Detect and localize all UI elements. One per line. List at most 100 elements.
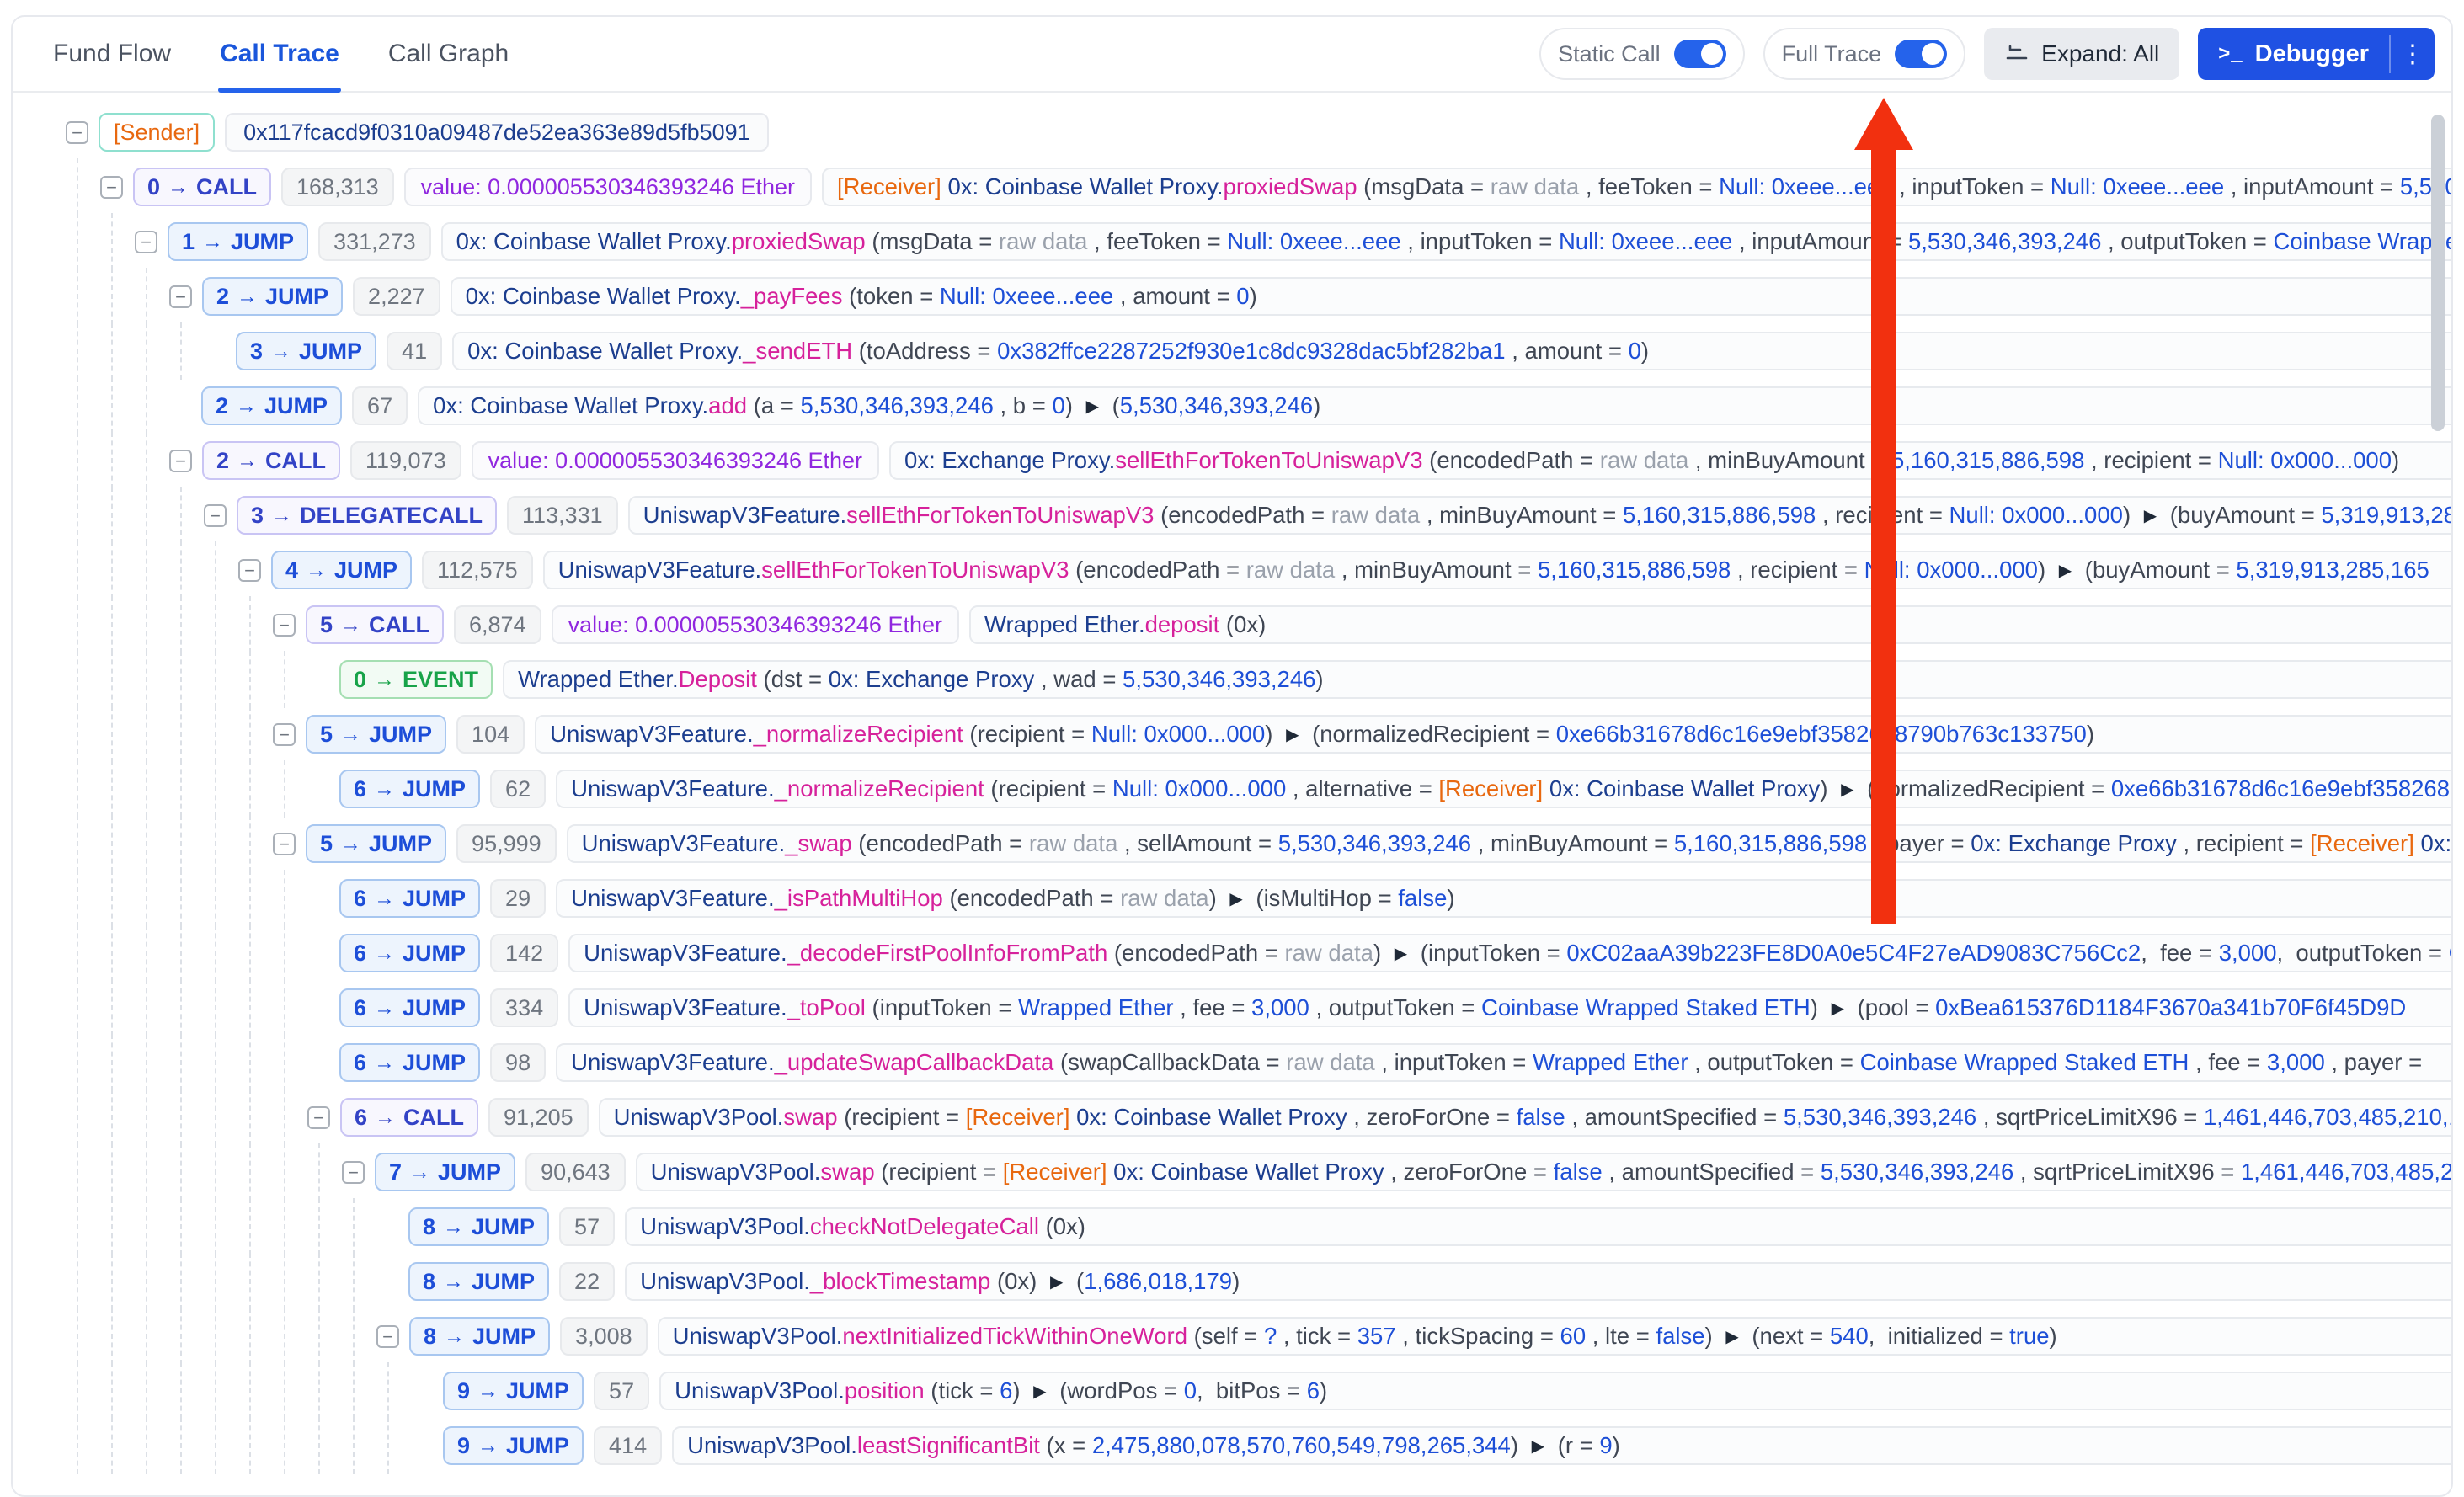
collapse-toggle[interactable]: − xyxy=(204,504,227,527)
call-signature[interactable]: 0x: Coinbase Wallet Proxy.add (a = 5,530… xyxy=(418,386,2451,425)
call-type-badge[interactable]: 3→JUMP xyxy=(236,332,376,370)
call-signature[interactable]: Wrapped Ether.deposit (0x) xyxy=(969,605,2451,644)
tab-call-graph[interactable]: Call Graph xyxy=(388,17,509,91)
call-text-segment: 6 xyxy=(1000,1377,1012,1404)
tab-fund-flow[interactable]: Fund Flow xyxy=(53,17,171,91)
collapse-toggle[interactable]: − xyxy=(169,450,192,472)
call-signature[interactable]: 0x: Coinbase Wallet Proxy._payFees (toke… xyxy=(451,277,2451,316)
call-type-badge[interactable]: 4→JUMP xyxy=(271,551,412,589)
debugger-menu-button[interactable]: ⋮ xyxy=(2391,28,2435,80)
call-text-segment: , inputToken = xyxy=(1401,228,1559,255)
terminal-icon: >_ xyxy=(2218,42,2243,66)
call-type-badge[interactable]: 6→JUMP xyxy=(339,770,480,808)
call-text-segment: _decodeFirstPoolInfoFromPath xyxy=(787,940,1108,967)
call-type-badge[interactable]: 2→CALL xyxy=(202,441,340,480)
collapse-toggle[interactable]: − xyxy=(273,833,296,855)
indent-guide xyxy=(146,1308,147,1365)
indent-guide xyxy=(318,1362,320,1420)
call-type-badge[interactable]: 6→JUMP xyxy=(339,1043,480,1082)
indent-guide xyxy=(180,651,182,708)
call-signature[interactable]: UniswapV3Pool.swap (recipient = [Receive… xyxy=(599,1098,2451,1137)
call-signature[interactable]: UniswapV3Feature.sellEthForTokenToUniswa… xyxy=(543,551,2451,589)
indent-guide xyxy=(180,487,182,544)
call-signature[interactable]: [Receiver] 0x: Coinbase Wallet Proxy.pro… xyxy=(822,168,2451,206)
call-signature[interactable]: UniswapV3Feature._swap (encodedPath = ra… xyxy=(567,824,2451,863)
call-signature[interactable]: UniswapV3Pool._blockTimestamp (0x) ▶ (1,… xyxy=(625,1262,2451,1301)
tab-call-trace[interactable]: Call Trace xyxy=(220,17,339,91)
call-signature[interactable]: UniswapV3Feature._updateSwapCallbackData… xyxy=(556,1043,2451,1082)
collapse-toggle[interactable]: − xyxy=(273,723,296,746)
collapse-toggle[interactable]: − xyxy=(169,285,192,308)
call-signature[interactable]: UniswapV3Pool.checkNotDelegateCall (0x) xyxy=(625,1207,2451,1246)
call-type-badge[interactable]: 6→JUMP xyxy=(339,879,480,918)
call-signature[interactable]: UniswapV3Feature._normalizeRecipient (re… xyxy=(535,715,2451,754)
call-signature[interactable]: 0x: Exchange Proxy.sellEthForTokenToUnis… xyxy=(889,441,2451,480)
call-type-badge[interactable]: 5→CALL xyxy=(306,605,444,644)
call-type-badge[interactable]: 1→JUMP xyxy=(168,222,308,261)
indent-guide xyxy=(284,1362,285,1420)
call-text-segment: , recipient = xyxy=(2084,447,2217,474)
collapse-toggle[interactable]: − xyxy=(342,1161,365,1184)
call-type-badge[interactable]: 2→JUMP xyxy=(201,386,342,425)
call-signature[interactable]: UniswapV3Feature.sellEthForTokenToUniswa… xyxy=(628,496,2451,535)
call-signature[interactable]: UniswapV3Feature._normalizeRecipient (re… xyxy=(556,770,2451,808)
call-signature[interactable]: UniswapV3Pool.swap (recipient = [Receive… xyxy=(636,1153,2451,1191)
collapse-toggle[interactable]: − xyxy=(376,1325,399,1348)
call-text-segment: ▶ xyxy=(1086,396,1099,417)
collapse-toggle[interactable]: − xyxy=(100,176,123,199)
sender-address[interactable]: 0x117fcacd9f0310a09487de52ea363e89d5fb50… xyxy=(225,113,769,152)
expand-all-button[interactable]: Expand: All xyxy=(1984,28,2179,80)
call-signature[interactable]: 0x: Coinbase Wallet Proxy.proxiedSwap (m… xyxy=(441,222,2451,261)
frame-depth-number: 6 xyxy=(354,940,366,967)
static-call-switch[interactable] xyxy=(1674,40,1726,68)
call-type-badge[interactable]: 5→JUMP xyxy=(306,824,446,863)
call-type-badge[interactable]: 0→CALL xyxy=(133,168,271,206)
call-signature[interactable]: UniswapV3Feature._isPathMultiHop (encode… xyxy=(556,879,2451,918)
collapse-toggle[interactable]: − xyxy=(238,559,261,582)
call-text-segment: ▶ xyxy=(1050,1271,1063,1292)
call-text-segment: , sqrtPriceLimitX96 = xyxy=(2013,1159,2241,1185)
indent-guide xyxy=(146,1362,147,1420)
collapse-toggle[interactable]: − xyxy=(135,231,157,253)
debugger-main[interactable]: >_ Debugger xyxy=(2198,28,2389,80)
call-signature[interactable]: UniswapV3Feature._toPool (inputToken = W… xyxy=(568,988,2451,1027)
arrow-right-icon: → xyxy=(237,449,258,473)
call-text-segment: (pool = xyxy=(1851,994,1935,1021)
call-type-badge[interactable]: 5→JUMP xyxy=(306,715,446,754)
call-signature[interactable]: UniswapV3Pool.position (tick = 6) ▶ (wor… xyxy=(659,1372,2451,1410)
call-text-segment: (0x) xyxy=(1039,1213,1085,1240)
call-type-badge[interactable]: 6→CALL xyxy=(340,1098,478,1137)
call-type-badge[interactable]: 7→JUMP xyxy=(375,1153,515,1191)
call-signature[interactable]: Wrapped Ether.Deposit (dst = 0x: Exchang… xyxy=(503,660,2451,699)
full-trace-toggle[interactable]: Full Trace xyxy=(1763,28,1966,80)
call-type-badge[interactable]: 6→JUMP xyxy=(339,988,480,1027)
call-type-badge[interactable]: 6→JUMP xyxy=(339,934,480,972)
call-text-segment: 5,160,315,886,598 xyxy=(1538,557,1731,583)
indent-guide xyxy=(180,924,182,982)
collapse-toggle[interactable]: − xyxy=(273,614,296,637)
vertical-scrollbar-thumb[interactable] xyxy=(2431,115,2445,431)
collapse-toggle[interactable]: − xyxy=(66,121,88,144)
full-trace-switch[interactable] xyxy=(1895,40,1947,68)
call-type-label: JUMP xyxy=(472,1214,535,1240)
debugger-button[interactable]: >_ Debugger ⋮ xyxy=(2198,28,2435,80)
call-type-badge[interactable]: 3→DELEGATECALL xyxy=(237,496,497,535)
arrow-right-icon: → xyxy=(374,887,395,911)
call-text-segment: , inputToken = xyxy=(1892,173,2050,200)
call-type-badge[interactable]: 8→JUMP xyxy=(409,1317,550,1356)
call-type-badge[interactable]: 0→EVENT xyxy=(339,660,493,699)
collapse-toggle[interactable]: − xyxy=(307,1106,330,1129)
call-signature[interactable]: UniswapV3Feature._decodeFirstPoolInfoFro… xyxy=(568,934,2451,972)
call-signature[interactable]: UniswapV3Pool.leastSignificantBit (x = 2… xyxy=(672,1426,2451,1465)
call-signature[interactable]: UniswapV3Pool.nextInitializedTickWithinO… xyxy=(658,1317,2451,1356)
static-call-toggle[interactable]: Static Call xyxy=(1539,28,1745,80)
frame-depth-number: 2 xyxy=(216,284,229,310)
call-type-badge[interactable]: 9→JUMP xyxy=(443,1426,584,1465)
call-text-segment: , zeroForOne = xyxy=(1347,1104,1517,1131)
call-type-badge[interactable]: 2→JUMP xyxy=(202,277,343,316)
call-type-badge[interactable]: 9→JUMP xyxy=(443,1372,584,1410)
call-signature[interactable]: 0x: Coinbase Wallet Proxy._sendETH (toAd… xyxy=(452,332,2451,370)
call-type-badge[interactable]: 8→JUMP xyxy=(408,1207,549,1246)
call-type-badge[interactable]: 8→JUMP xyxy=(408,1262,549,1301)
indent-guide xyxy=(146,377,147,434)
